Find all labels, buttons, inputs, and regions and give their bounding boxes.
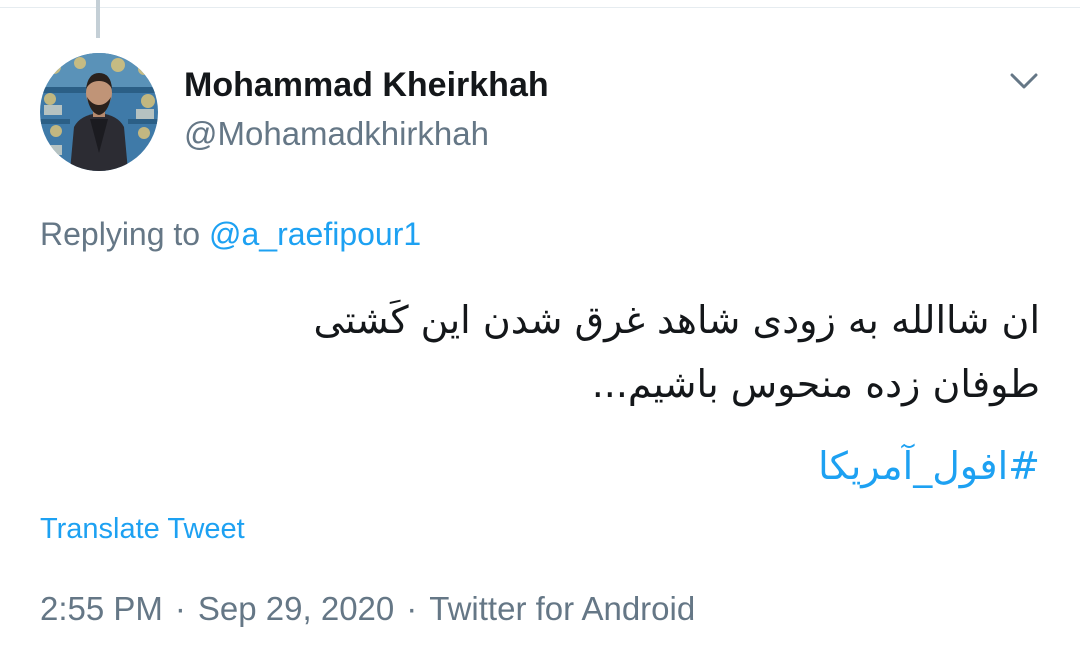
author-display-name[interactable]: Mohammad Kheirkhah <box>184 66 549 105</box>
hashtag-link[interactable]: #افول_آمریکا <box>818 440 1040 492</box>
chevron-down-icon[interactable] <box>1004 66 1044 96</box>
meta-separator: · <box>406 590 418 627</box>
avatar[interactable] <box>40 53 158 171</box>
replying-to-label: Replying to <box>40 216 209 252</box>
tweet-source-link[interactable]: Twitter for Android <box>429 590 695 627</box>
top-divider <box>0 0 1080 8</box>
replying-to: Replying to @a_raefipour1 <box>40 216 421 253</box>
tweet-text-line: ان شاالله به زودی شاهد غرق شدن این کَشتی <box>313 298 1040 342</box>
tweet-text-line: طوفان زده منحوس باشیم... <box>591 362 1040 406</box>
thread-connector-line <box>96 0 100 38</box>
meta-separator: · <box>174 590 186 627</box>
author-handle[interactable]: @Mohamadkhirkhah <box>184 115 489 153</box>
tweet-time[interactable]: 2:55 PM <box>40 590 163 627</box>
tweet-text: ان شاالله به زودی شاهد غرق شدن این کَشتی… <box>140 288 1040 416</box>
translate-tweet-link[interactable]: Translate Tweet <box>40 513 245 546</box>
tweet-date[interactable]: Sep 29, 2020 <box>198 590 394 627</box>
reply-mention-link[interactable]: @a_raefipour1 <box>209 216 421 252</box>
tweet-meta: 2:55 PM · Sep 29, 2020 · Twitter for Android <box>40 590 695 628</box>
